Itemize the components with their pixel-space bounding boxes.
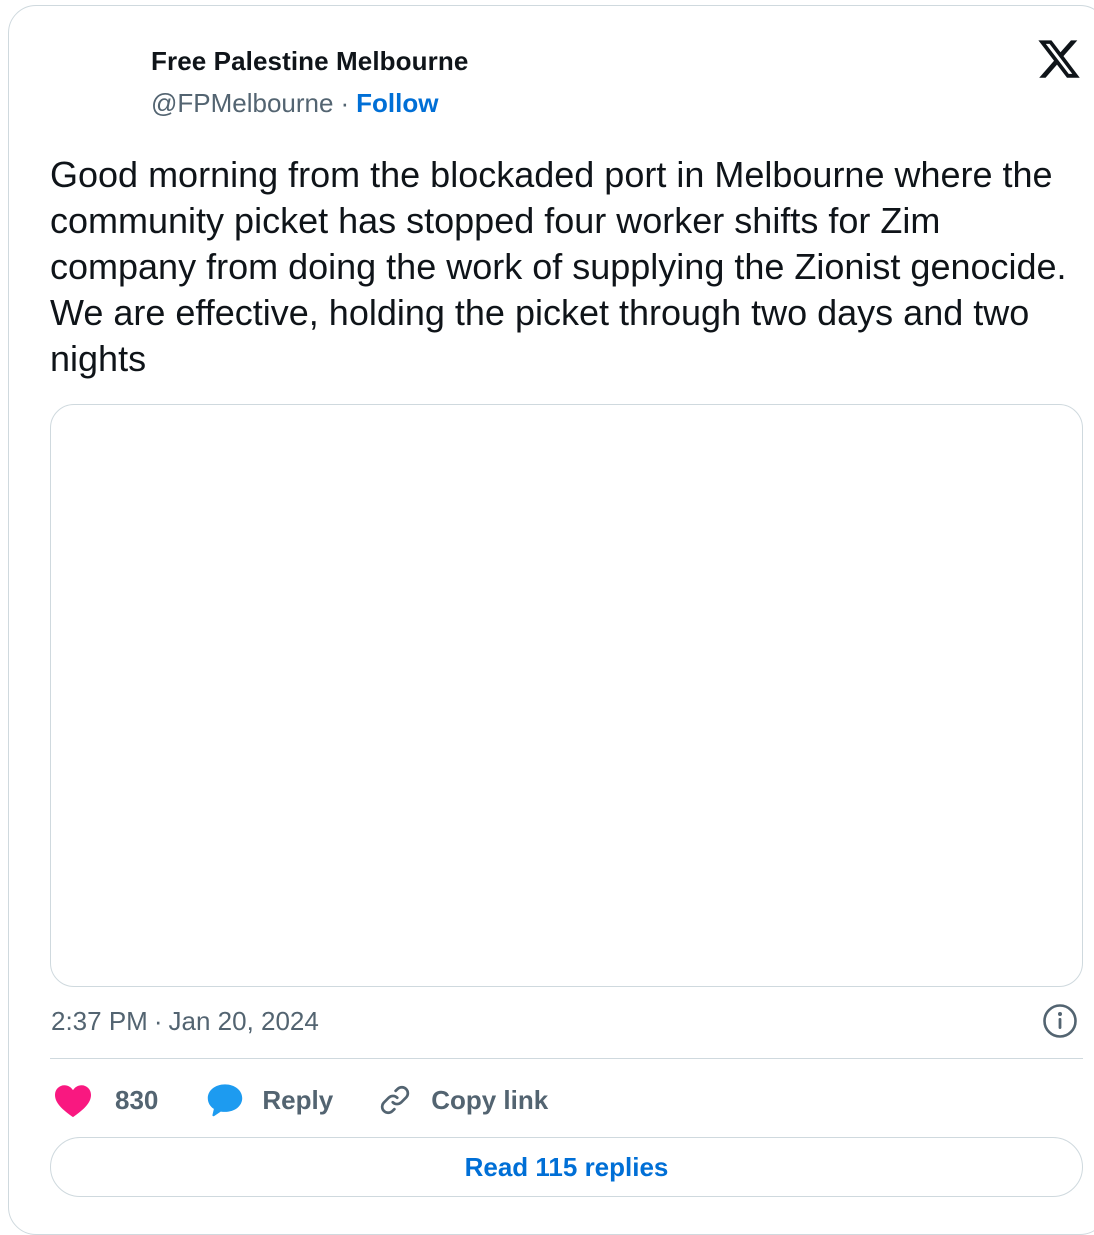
like-button[interactable]: 830 [53, 1082, 158, 1118]
link-icon [377, 1082, 413, 1118]
heart-icon [53, 1082, 93, 1118]
x-logo-icon[interactable] [1036, 36, 1082, 82]
author-name[interactable]: Free Palestine Melbourne [151, 46, 468, 77]
divider [50, 1058, 1083, 1059]
timestamp-separator: · [153, 1006, 163, 1036]
tweet-text: Good morning from the blockaded port in … [50, 154, 1067, 379]
copy-link-button[interactable]: Copy link [377, 1082, 548, 1118]
like-count: 830 [115, 1084, 159, 1115]
author-handle[interactable]: @FPMelbourne [151, 88, 333, 118]
reply-button[interactable]: Reply [206, 1082, 333, 1118]
tweet-card: Free Palestine Melbourne @FPMelbourne · Fo… [8, 5, 1094, 1235]
read-replies-button[interactable]: Read 115 replies [50, 1137, 1083, 1197]
tweet-time: 2:37 PM [51, 1006, 148, 1036]
copy-link-label: Copy link [431, 1084, 549, 1115]
follow-link[interactable]: Follow [356, 88, 438, 118]
reply-label: Reply [262, 1084, 334, 1115]
tweet-timestamp[interactable]: 2:37 PM · Jan 20, 2024 [51, 1006, 319, 1037]
tweet-date: Jan 20, 2024 [168, 1006, 319, 1036]
info-icon[interactable] [1042, 1003, 1078, 1039]
author-meta: @FPMelbourne · Follow [151, 88, 438, 119]
handle-separator: · [340, 88, 350, 118]
speech-bubble-icon [206, 1082, 244, 1118]
media-placeholder[interactable] [50, 404, 1083, 987]
action-bar: 830 Reply Copy link [53, 1076, 548, 1124]
